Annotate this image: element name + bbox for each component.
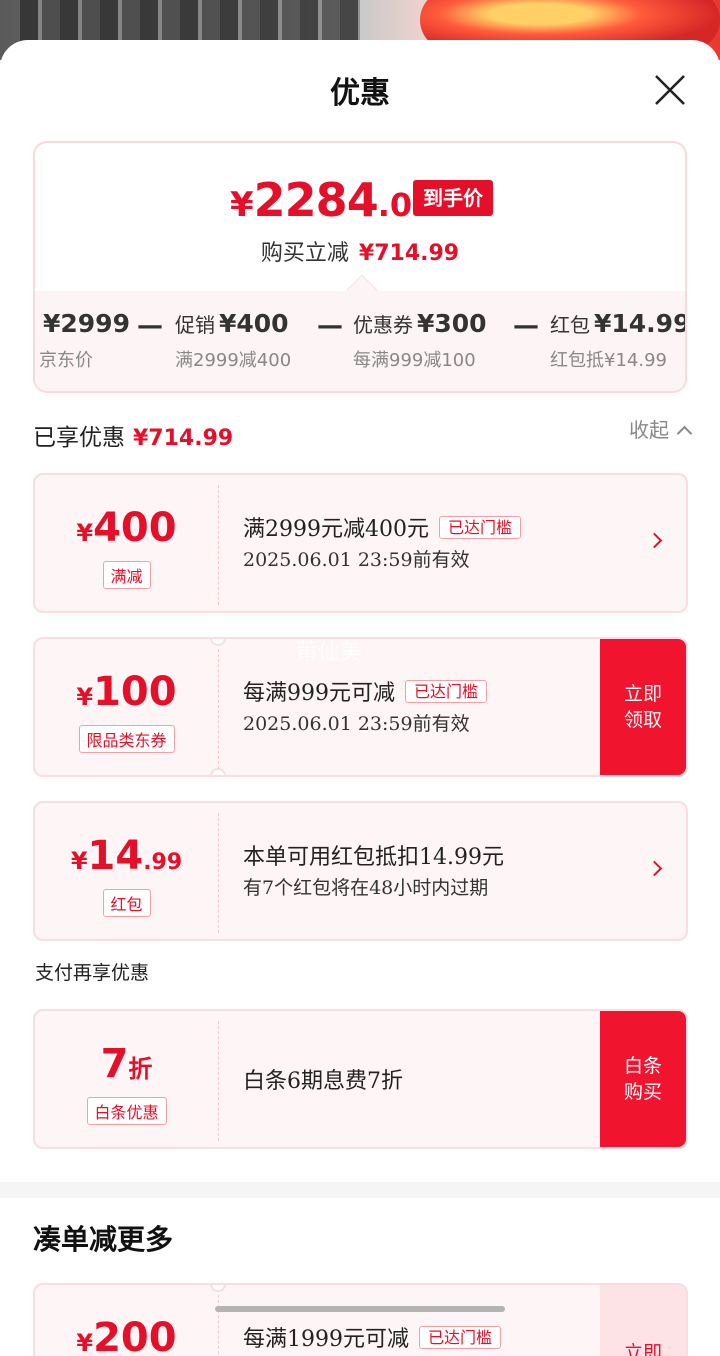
- instant-discount: 购买立减 ¥714.99: [35, 235, 685, 267]
- chevron-right-icon[interactable]: [646, 860, 663, 877]
- minus-sign: —: [513, 311, 539, 341]
- payment-discount-heading: 支付再享优惠: [35, 962, 150, 984]
- coupon-title: 每满1999元可减 已达门槛: [243, 1321, 502, 1353]
- coupon-value-area: ¥400 满减: [35, 475, 218, 611]
- section-separator: [0, 1182, 720, 1198]
- price-breakdown: ¥2999 京东价 — 促销 ¥400 满2999减400 — 优惠券 ¥300 每…: [35, 274, 687, 391]
- breakdown-item-coupon: 优惠券 ¥300 每满999减100: [353, 309, 487, 371]
- bundle-more-heading: 凑单减更多: [33, 1223, 174, 1256]
- coupon-full-reduction[interactable]: ¥400 满减 满2999元减400元 已达门槛 2025.06.01 23:59…: [33, 473, 688, 613]
- price-summary-card: ¥2284.01 到手价 购买立减 ¥714.99 ¥2999 京东价 — 促销 ¥…: [33, 141, 687, 393]
- coupon-type-tag: 满减: [102, 561, 151, 589]
- final-price: ¥2284.01: [230, 173, 435, 227]
- coupon-value-area: 7折 白条优惠: [35, 1011, 218, 1147]
- discount-bottom-sheet: 优惠 ¥2284.01 到手价 购买立减 ¥714.99 ¥2999 京东价 — …: [0, 40, 720, 1356]
- coupon-type-tag: 红包: [102, 889, 151, 917]
- chevron-up-icon: [676, 425, 693, 442]
- coupon-amount: ¥14.99: [70, 833, 183, 879]
- minus-sign: —: [137, 311, 163, 341]
- threshold-badge: 已达门槛: [405, 680, 488, 703]
- coupon-amount: ¥200: [76, 1315, 177, 1356]
- claim-coupon-button[interactable]: 立即领取: [600, 639, 686, 775]
- coupon-divider: [218, 1021, 219, 1141]
- baitiao-discount-card: 7折 白条优惠 白条6期息费7折 白条购买: [33, 1009, 688, 1149]
- enjoyed-discount-heading: 已享优惠 ¥714.99: [33, 425, 234, 451]
- coupon-type-tag: 白条优惠: [86, 1097, 167, 1125]
- coupon-validity: 2025.06.01 23:59前有效: [243, 713, 470, 735]
- instant-discount-label: 购买立减: [260, 241, 349, 266]
- coupon-amount: ¥400: [76, 505, 177, 551]
- home-indicator[interactable]: [215, 1306, 505, 1312]
- coupon-divider: [218, 813, 219, 933]
- breakdown-item-promotion: 促销 ¥400 满2999减400: [175, 309, 292, 371]
- final-price-tag: 到手价: [413, 180, 493, 216]
- instant-discount-amount: ¥714.99: [358, 241, 460, 266]
- claim-coupon-button[interactable]: 立即: [600, 1285, 686, 1356]
- coupon-validity: 2025.06.01 23:59前有效: [243, 549, 470, 571]
- coupon-title: 每满999元可减 已达门槛: [243, 675, 488, 707]
- threshold-badge: 已达门槛: [438, 516, 521, 539]
- sheet-title: 优惠: [330, 76, 390, 111]
- discount-rate: 7折: [100, 1041, 153, 1087]
- coupon-category-jd: ¥100 限品类东券 每满999元可减 已达门槛 2025.06.01 23:59…: [33, 637, 688, 777]
- coupon-amount: ¥100: [76, 669, 177, 715]
- baitiao-buy-button[interactable]: 白条购买: [600, 1011, 686, 1147]
- breakdown-item-red-packet: 红包 ¥14.99 红包抵¥14.99: [550, 309, 687, 371]
- threshold-badge: 已达门槛: [419, 1326, 502, 1349]
- coupon-divider: [218, 649, 219, 769]
- coupon-value-area: ¥14.99 红包: [35, 803, 218, 939]
- minus-sign: —: [317, 311, 343, 341]
- coupon-value-area: ¥200: [35, 1285, 218, 1356]
- breakdown-item-list-price: ¥2999 京东价: [39, 309, 130, 371]
- coupon-type-tag: 限品类东券: [78, 725, 175, 753]
- coupon-expiry-note: 有7个红包将在48小时内过期: [243, 877, 489, 899]
- coupon-value-area: ¥100 限品类东券: [35, 639, 218, 775]
- coupon-divider: [218, 485, 219, 605]
- final-price-summary: ¥2284.01 到手价 购买立减 ¥714.99: [35, 143, 685, 291]
- chevron-right-icon[interactable]: [646, 532, 663, 549]
- close-button[interactable]: [652, 72, 688, 108]
- close-icon: [655, 75, 685, 105]
- coupon-red-packet[interactable]: ¥14.99 红包 本单可用红包抵扣14.99元 有7个红包将在48小时内过期: [33, 801, 688, 941]
- coupon-title: 本单可用红包抵扣14.99元: [243, 845, 504, 870]
- coupon-title: 满2999元减400元 已达门槛: [243, 511, 521, 543]
- collapse-button[interactable]: 收起: [629, 414, 693, 443]
- coupon-title: 白条6期息费7折: [243, 1069, 403, 1094]
- coupon-divider: [218, 1295, 219, 1356]
- enjoyed-discount-amount: ¥714.99: [133, 426, 234, 451]
- coupon-bundle: ¥200 每满1999元可减 已达门槛 立即: [33, 1283, 688, 1356]
